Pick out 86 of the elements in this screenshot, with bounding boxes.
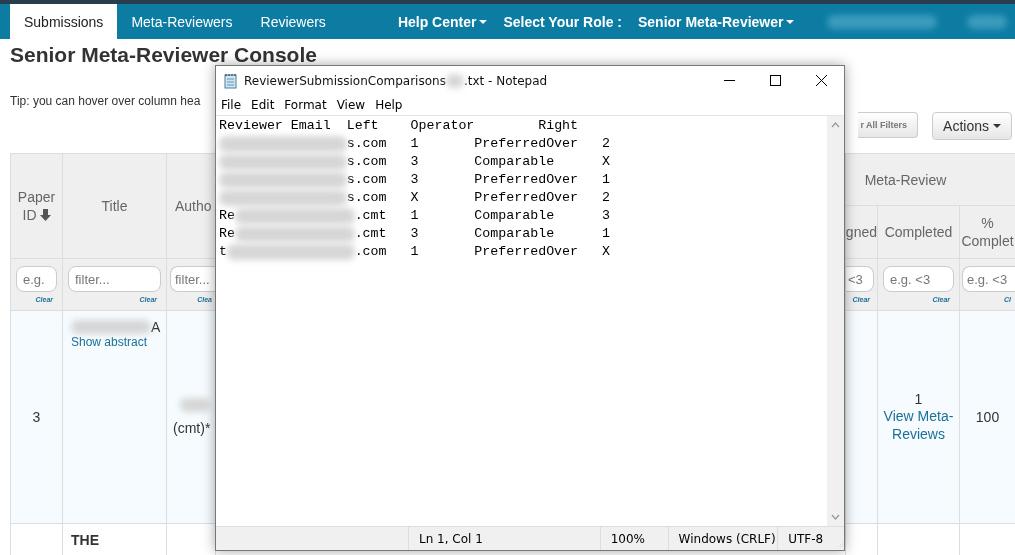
scrollbar[interactable] bbox=[827, 116, 844, 526]
email-text: Re bbox=[219, 225, 235, 243]
column-header[interactable]: Completed bbox=[884, 223, 953, 241]
operator-value: PreferredOver bbox=[474, 135, 580, 153]
nav-menu[interactable]: Senior Meta-Reviewer bbox=[629, 4, 803, 39]
right-value: 2 bbox=[602, 135, 610, 153]
email-text: .com bbox=[354, 243, 387, 261]
right-value: 1 bbox=[602, 171, 610, 189]
left-value: 1 bbox=[410, 207, 420, 225]
scroll-up-icon[interactable] bbox=[831, 122, 840, 128]
status-text: Windows (CRLF) bbox=[667, 527, 778, 550]
caret-icon bbox=[993, 124, 1001, 128]
author-name: (cmt)* bbox=[173, 420, 211, 436]
right-value: 2 bbox=[602, 189, 610, 207]
status-text: UTF-8 bbox=[777, 527, 838, 550]
column-header[interactable]: Autho bbox=[175, 197, 212, 215]
status-text: Ln 1, Col 1 bbox=[408, 527, 600, 550]
filter-field[interactable]: filter... bbox=[170, 266, 216, 292]
page-title: Senior Meta-Reviewer Console bbox=[10, 44, 317, 66]
redacted-block bbox=[179, 398, 210, 412]
redacted-block bbox=[967, 14, 1008, 29]
email-text: .cmt bbox=[354, 225, 387, 243]
paper-id: 3 bbox=[32, 409, 41, 425]
nav-menu[interactable]: Select Your Role : bbox=[495, 4, 630, 39]
filter-field[interactable]: filter... bbox=[68, 266, 161, 292]
left-value: 3 bbox=[410, 153, 420, 171]
operator-value: PreferredOver bbox=[474, 189, 580, 207]
nav-tab[interactable]: Reviewers bbox=[246, 4, 340, 39]
filter-field[interactable]: e.g. <3 bbox=[962, 266, 1015, 292]
column-header[interactable]: Paper ID bbox=[11, 188, 62, 224]
notepad-icon bbox=[224, 72, 238, 89]
scroll-down-icon[interactable] bbox=[831, 514, 840, 520]
caret-icon bbox=[479, 19, 488, 24]
paper-title: THE bbox=[71, 532, 99, 548]
menu-item[interactable]: View bbox=[331, 95, 371, 115]
filter-field[interactable]: e.g. bbox=[16, 266, 57, 292]
email-text: t bbox=[219, 243, 227, 261]
clear-filters-button[interactable]: r All Filters bbox=[858, 112, 919, 138]
operator-value: Comparable bbox=[474, 153, 556, 171]
sort-down-icon bbox=[39, 209, 51, 221]
right-value: 1 bbox=[602, 225, 610, 243]
menu-item[interactable]: Help bbox=[370, 95, 408, 115]
left-value: X bbox=[410, 189, 420, 207]
email-text: s.com bbox=[346, 171, 387, 189]
left-value: 3 bbox=[410, 171, 420, 189]
operator-value: PreferredOver bbox=[474, 243, 580, 261]
menu-item[interactable]: Format bbox=[279, 95, 332, 115]
left-value: 1 bbox=[410, 135, 420, 153]
nav-tab[interactable]: Submissions bbox=[10, 4, 118, 39]
percent-complete: 100 bbox=[975, 409, 1000, 425]
right-value: X bbox=[602, 243, 610, 261]
operator-value: PreferredOver bbox=[474, 171, 580, 189]
tip-text: Tip: you can hover over column hea bbox=[10, 94, 201, 108]
view-meta-reviews-link[interactable]: View Meta-Reviews bbox=[878, 407, 959, 443]
operator-value: Comparable bbox=[474, 207, 556, 225]
left-value: 1 bbox=[410, 243, 420, 261]
text-line: Reviewer Email Left Operator Right bbox=[219, 117, 579, 135]
email-text: s.com bbox=[346, 135, 387, 153]
right-value: X bbox=[602, 153, 610, 171]
filter-field[interactable]: e.g. <3 bbox=[883, 266, 954, 292]
close-icon bbox=[815, 75, 827, 86]
email-text: s.com bbox=[346, 189, 387, 207]
menu-item[interactable]: Edit bbox=[246, 95, 280, 115]
window-title: ReviewerSubmissionComparisons .txt - Notepad bbox=[244, 73, 548, 88]
maximize-icon bbox=[769, 75, 781, 86]
actions-button[interactable]: Actions bbox=[932, 112, 1012, 140]
column-header[interactable]: Title bbox=[101, 197, 128, 215]
nav-tab[interactable]: Meta-Reviewers bbox=[117, 4, 247, 39]
menu-item[interactable]: File bbox=[216, 95, 247, 115]
email-text: s.com bbox=[346, 153, 387, 171]
right-value: 3 bbox=[602, 207, 610, 225]
minimize-icon bbox=[723, 80, 735, 81]
email-text: Re bbox=[219, 207, 235, 225]
completed-count: 1 bbox=[914, 391, 923, 407]
filter-field[interactable]: <3 bbox=[846, 266, 874, 292]
column-header[interactable]: gned bbox=[846, 223, 877, 241]
group-header: Meta-Review bbox=[864, 170, 947, 189]
column-header[interactable]: % Complet bbox=[960, 214, 1015, 250]
status-text: 100% bbox=[599, 527, 668, 550]
left-value: 3 bbox=[410, 225, 420, 243]
operator-value: Comparable bbox=[474, 225, 556, 243]
paper-title: A bbox=[151, 319, 161, 335]
nav-menu[interactable]: Help Center bbox=[389, 4, 496, 39]
caret-icon bbox=[786, 19, 795, 24]
show-abstract-link[interactable]: Show abstract bbox=[71, 335, 148, 349]
email-text: .cmt bbox=[354, 207, 387, 225]
